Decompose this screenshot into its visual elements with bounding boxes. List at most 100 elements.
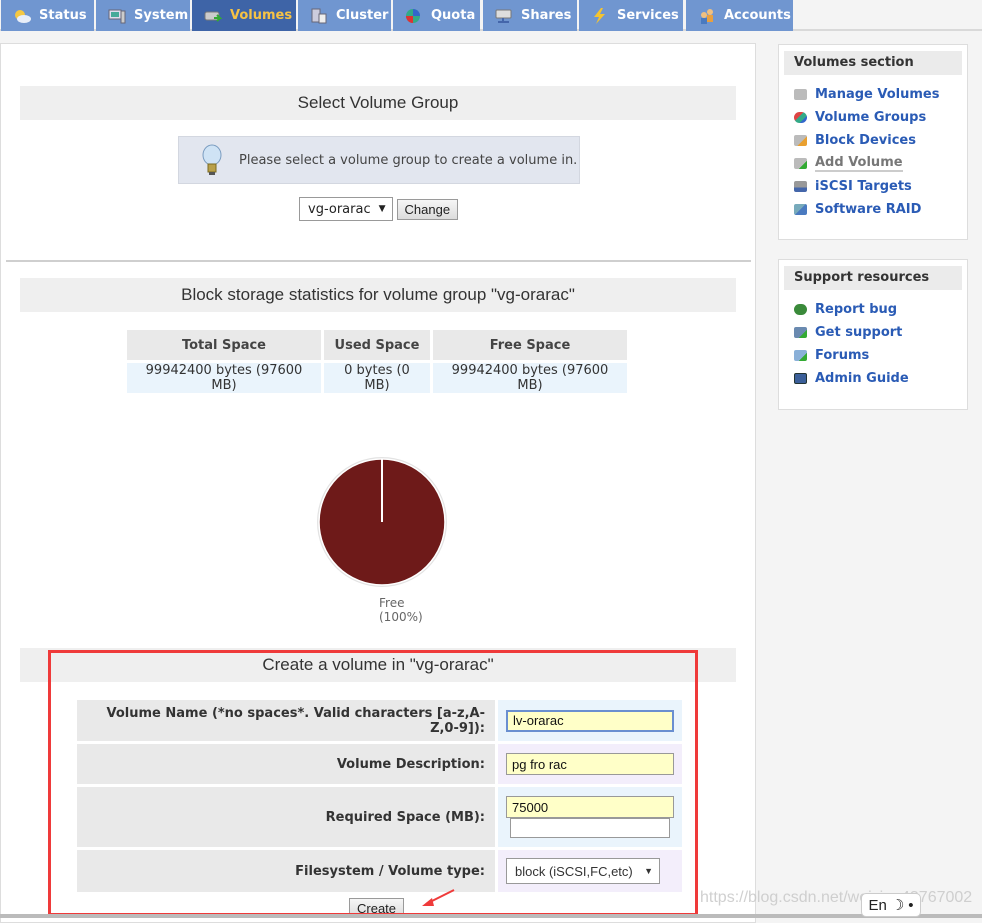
watermark-text: https://blog.csdn.net/weixin_43767002 <box>700 889 973 906</box>
total-space-value: 99942400 bytes (97600 MB) <box>127 363 321 393</box>
volume-groups-icon <box>794 112 807 123</box>
sidebar-item-get-support[interactable]: Get support <box>794 321 962 344</box>
sidebar-item-iscsi-targets[interactable]: iSCSI Targets <box>794 175 962 198</box>
volume-description-input[interactable] <box>506 753 674 775</box>
volume-name-cell <box>498 700 682 741</box>
sidebar-link[interactable]: Block Devices <box>815 133 916 148</box>
stats-row: 99942400 bytes (97600 MB) 0 bytes (0 MB)… <box>127 363 627 393</box>
stats-table: Total Space Used Space Free Space 999424… <box>124 327 630 396</box>
iscsi-icon <box>794 181 807 192</box>
volumes-section-list: Manage Volumes Volume Groups Block Devic… <box>784 83 962 221</box>
info-message: Please select a volume group to create a… <box>178 136 580 184</box>
lightbulb-icon <box>201 144 223 176</box>
tab-label: Volumes <box>230 8 293 23</box>
volume-description-cell <box>498 744 682 784</box>
tab-label: Cluster <box>336 8 389 23</box>
moon-icon: ☽ <box>890 897 905 914</box>
change-button[interactable]: Change <box>396 199 459 220</box>
sidebar-link[interactable]: Report bug <box>815 302 897 317</box>
required-space-extra-input[interactable] <box>510 818 670 838</box>
dot-icon: • <box>908 896 914 914</box>
tab-status[interactable]: Status <box>1 0 94 31</box>
pie-svg <box>317 457 447 587</box>
filesystem-type-value: block (iSCSI,FC,etc) <box>515 863 633 879</box>
sidebar-item-add-volume[interactable]: Add Volume <box>794 152 962 175</box>
drive-icon <box>204 8 223 24</box>
network-drive-icon <box>495 8 513 24</box>
form-row: Required Space (MB): <box>77 787 682 847</box>
tab-cluster[interactable]: Cluster <box>298 0 391 31</box>
form-row: Volume Description: <box>77 744 682 784</box>
forums-icon <box>794 350 807 361</box>
servers-icon <box>310 8 328 24</box>
ime-language: En <box>868 896 887 914</box>
tab-system[interactable]: System <box>96 0 190 31</box>
lightning-icon <box>591 7 609 24</box>
create-volume-form: Volume Name (*no spaces*. Valid characte… <box>74 697 685 895</box>
info-text: Please select a volume group to create a… <box>239 152 578 168</box>
sidebar-item-volume-groups[interactable]: Volume Groups <box>794 106 962 129</box>
support-resources-list: Report bug Get support Forums Admin Guid… <box>784 298 962 390</box>
ime-indicator[interactable]: En ☽ • <box>861 893 921 917</box>
form-row: Filesystem / Volume type: block (iSCSI,F… <box>77 850 682 892</box>
add-volume-icon <box>794 158 807 169</box>
tab-label: Quota <box>431 8 476 23</box>
stats-title: Block storage statistics for volume grou… <box>20 278 736 312</box>
sidebar-link[interactable]: Admin Guide <box>815 371 909 386</box>
tab-accounts[interactable]: Accounts <box>686 0 793 31</box>
volume-name-label: Volume Name (*no spaces*. Valid characte… <box>77 700 495 741</box>
drive-icon <box>794 89 807 100</box>
filesystem-type-label: Filesystem / Volume type: <box>77 850 495 892</box>
sidebar-link[interactable]: Add Volume <box>815 155 903 172</box>
volume-description-label: Volume Description: <box>77 744 495 784</box>
tab-volumes[interactable]: Volumes <box>192 0 296 31</box>
users-icon <box>698 8 716 24</box>
tab-shares[interactable]: Shares <box>483 0 577 31</box>
sidebar-link[interactable]: Software RAID <box>815 202 921 217</box>
sidebar-link[interactable]: Manage Volumes <box>815 87 939 102</box>
select-volume-group-title: Select Volume Group <box>20 86 736 120</box>
section-divider <box>6 260 751 262</box>
required-space-label: Required Space (MB): <box>77 787 495 847</box>
dropdown-arrow-icon: ▼ <box>644 866 653 876</box>
sidebar-link[interactable]: iSCSI Targets <box>815 179 912 194</box>
used-space-value: 0 bytes (0 MB) <box>324 363 430 393</box>
stats-header: Used Space <box>324 330 430 360</box>
window-bottom-edge <box>0 914 982 918</box>
sidebar-item-software-raid[interactable]: Software RAID <box>794 198 962 221</box>
annotation-arrow-icon <box>422 889 455 906</box>
block-device-icon <box>794 135 807 146</box>
volume-group-value: vg-orarac <box>308 201 371 217</box>
book-icon <box>794 373 807 384</box>
required-space-input[interactable] <box>506 796 674 818</box>
stats-header: Total Space <box>127 330 321 360</box>
required-space-cell <box>498 787 682 847</box>
sidebar-item-admin-guide[interactable]: Admin Guide <box>794 367 962 390</box>
create-volume-title: Create a volume in "vg-orarac" <box>20 648 736 682</box>
raid-icon <box>794 204 807 215</box>
bug-icon <box>794 304 807 315</box>
volume-group-select[interactable]: vg-orarac ▼ <box>299 197 393 221</box>
pie-label-percent: (100%) <box>379 610 423 624</box>
tab-label: Shares <box>521 8 572 23</box>
stats-header-row: Total Space Used Space Free Space <box>127 330 627 360</box>
sidebar-link[interactable]: Volume Groups <box>815 110 926 125</box>
computer-icon <box>108 8 126 24</box>
support-resources-title: Support resources <box>784 266 962 290</box>
tab-services[interactable]: Services <box>579 0 683 31</box>
sidebar-item-report-bug[interactable]: Report bug <box>794 298 962 321</box>
main-tab-bar: Status System Volumes Cluster Quota Shar… <box>0 0 982 31</box>
sidebar-item-forums[interactable]: Forums <box>794 344 962 367</box>
filesystem-type-select[interactable]: block (iSCSI,FC,etc) ▼ <box>506 858 660 884</box>
pie-legend: Free (100%) <box>379 596 423 624</box>
sidebar-item-manage-volumes[interactable]: Manage Volumes <box>794 83 962 106</box>
form-row: Volume Name (*no spaces*. Valid characte… <box>77 700 682 741</box>
sidebar-link[interactable]: Forums <box>815 348 869 363</box>
volume-name-input[interactable] <box>506 709 674 732</box>
sidebar-link[interactable]: Get support <box>815 325 902 340</box>
filesystem-type-cell: block (iSCSI,FC,etc) ▼ <box>498 850 682 892</box>
sidebar-item-block-devices[interactable]: Block Devices <box>794 129 962 152</box>
tab-label: Accounts <box>724 8 791 23</box>
tab-quota[interactable]: Quota <box>393 0 480 31</box>
volumes-section-title: Volumes section <box>784 51 962 75</box>
